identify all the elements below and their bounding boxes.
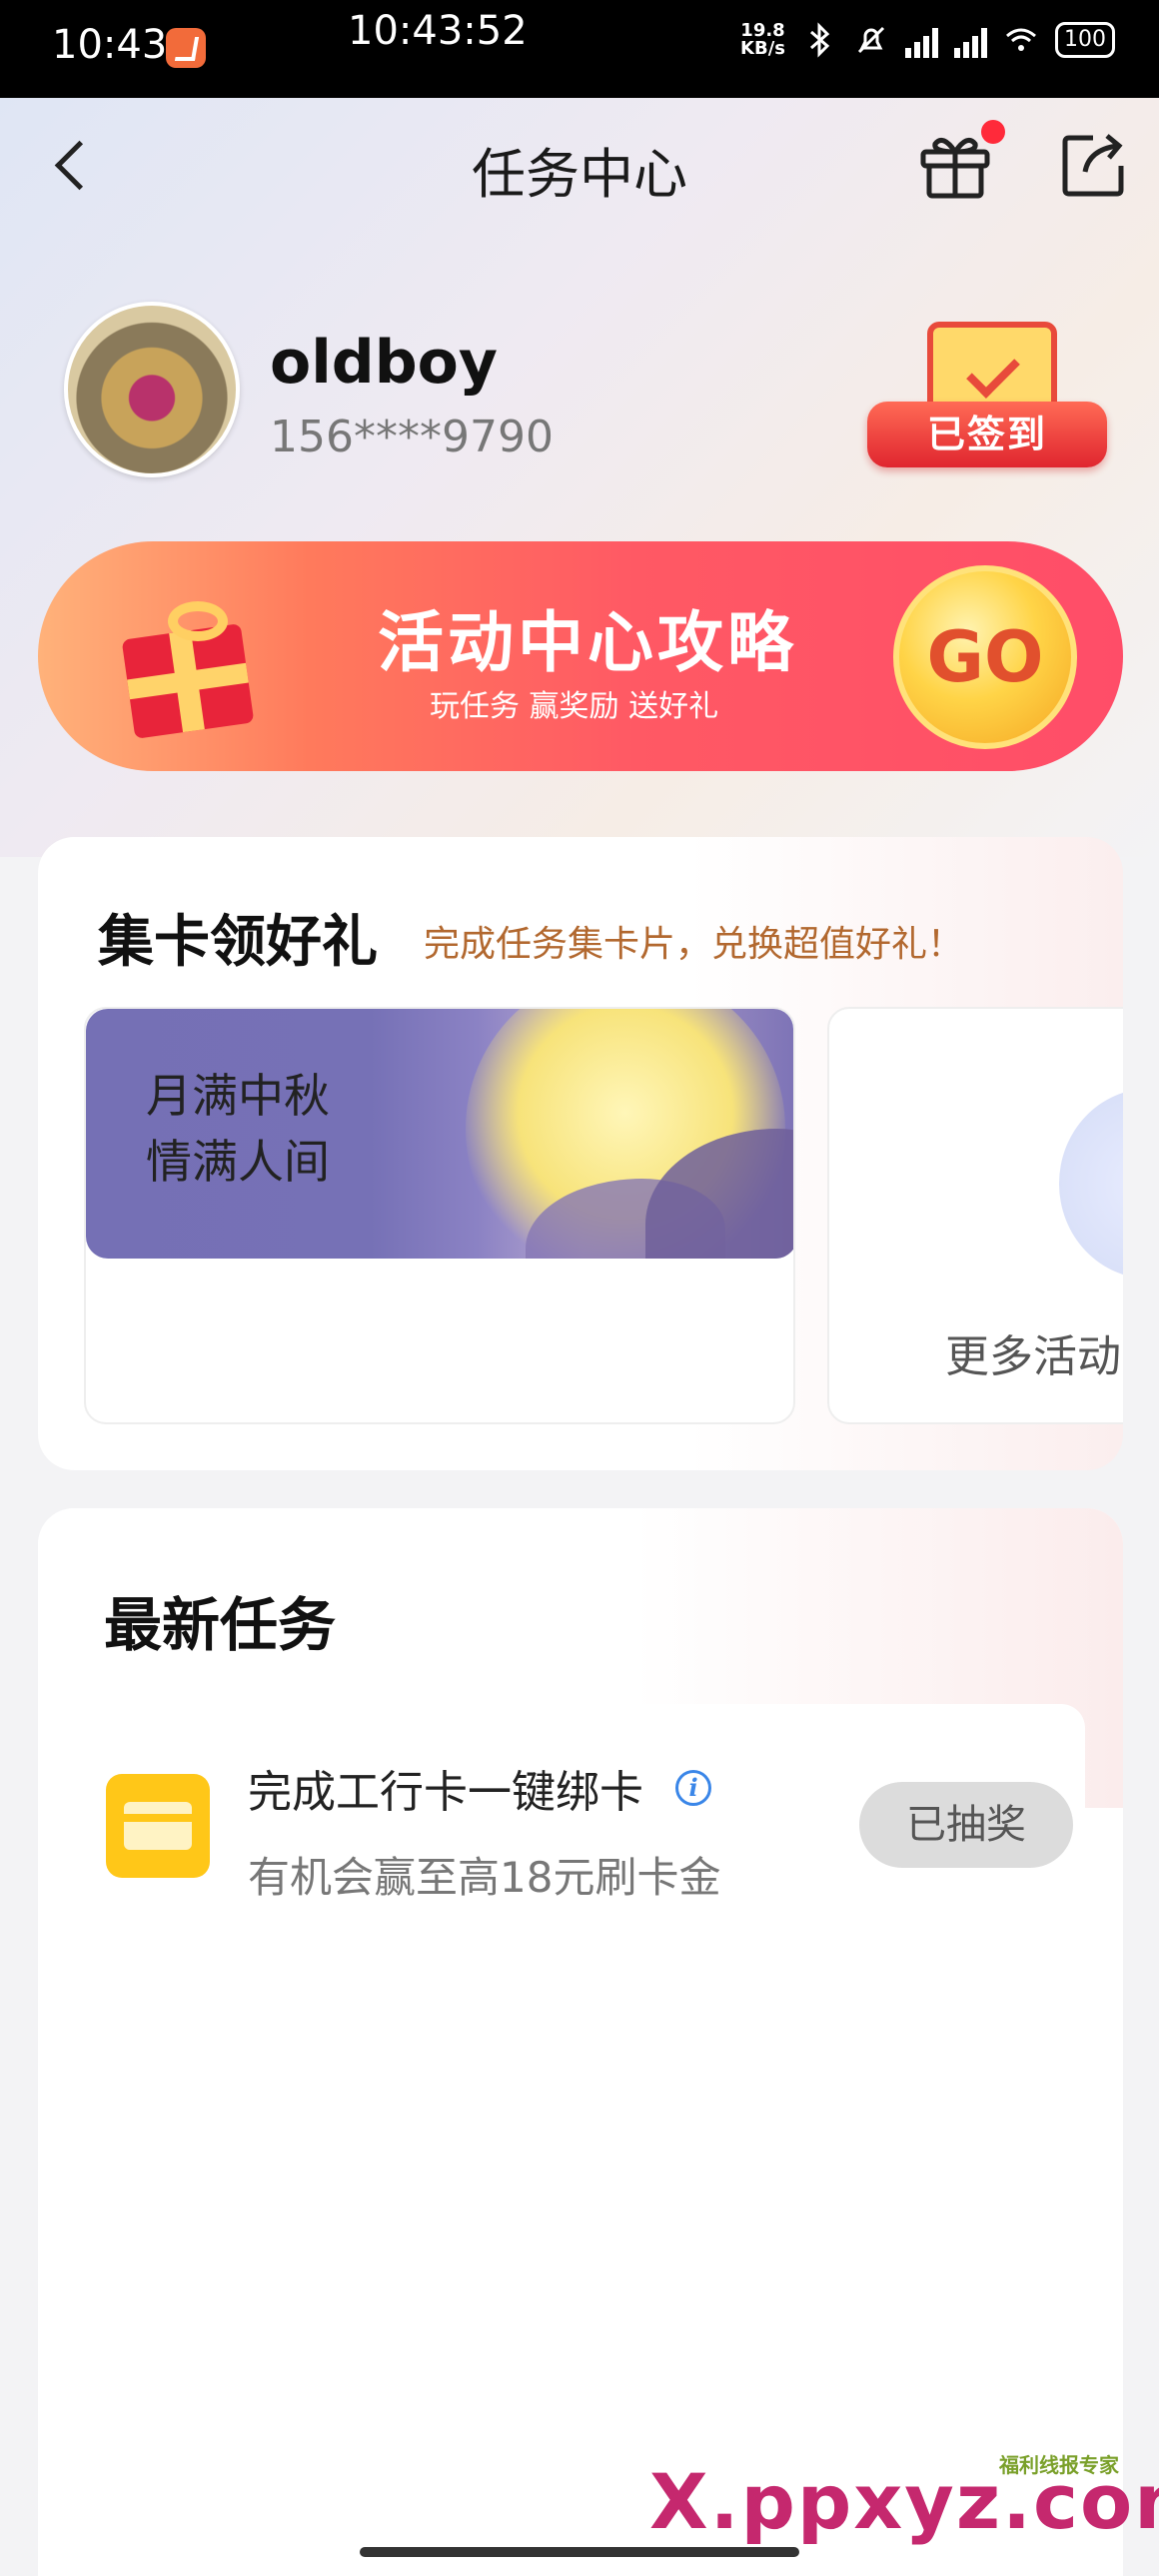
mid-autumn-image: 月满中秋 情满人间 [86, 1009, 793, 1259]
mid-autumn-label: 月满中秋 情满人间 [146, 1069, 330, 1189]
home-indicator[interactable] [360, 2547, 799, 2557]
gift-box-icon [108, 591, 278, 741]
gift-icon[interactable] [917, 128, 993, 200]
signal-2-icon [954, 22, 987, 58]
task-title: 完成工行卡一键绑卡 [248, 1767, 643, 1818]
bluetooth-icon [810, 22, 830, 58]
more-activities-label: 更多活动 [945, 1331, 1121, 1382]
network-speed-unit: KB/s [740, 38, 785, 59]
task-item[interactable]: 完成工行卡一键绑卡 i 有机会赢至高18元刷卡金 已抽奖 [66, 1704, 1085, 1944]
watermark: X.ppxyz.com [649, 2457, 1159, 2546]
banner-subtitle: 玩任务 赢奖励 送好礼 [430, 689, 719, 724]
latest-tasks-section: 最新任务 完成工行卡一键绑卡 i 有机会赢至高18元刷卡金 已抽奖 [38, 1508, 1123, 2576]
status-bar: 10:43 10:43:52 19.8 KB/s 100 [0, 0, 1159, 98]
status-clock: 10:43:52 [348, 8, 528, 54]
mute-bell-icon [857, 26, 885, 54]
status-icons: 19.8 KB/s 100 [740, 22, 1115, 58]
mid-autumn-card[interactable]: 月满中秋 情满人间 [84, 1007, 795, 1424]
more-activities-card[interactable]: 更多活动 [827, 1007, 1123, 1424]
collect-cards-section: 集卡领好礼 完成任务集卡片，兑换超值好礼！ 月满中秋 情满人间 更多活动 [38, 837, 1123, 1470]
section-title: 集卡领好礼 [98, 910, 378, 975]
task-description: 有机会赢至高18元刷卡金 [248, 1853, 721, 1902]
task-status-button[interactable]: 已抽奖 [859, 1782, 1073, 1868]
go-button[interactable]: GO [893, 565, 1077, 749]
share-icon[interactable] [1059, 128, 1129, 198]
section-subtitle: 完成任务集卡片，兑换超值好礼！ [424, 924, 964, 965]
wifi-icon [1006, 28, 1036, 51]
signed-in-label: 已签到 [867, 402, 1107, 467]
signal-1-icon [905, 22, 938, 58]
avatar[interactable] [64, 302, 240, 477]
app-notification-icon [166, 28, 206, 68]
status-time: 10:43 [52, 22, 168, 68]
notification-dot [981, 120, 1005, 144]
phone-number: 156****9790 [270, 412, 554, 462]
battery-icon: 100 [1055, 22, 1115, 58]
username: oldboy [270, 328, 499, 398]
section-title: 最新任务 [104, 1591, 337, 1659]
network-speed: 19.8 KB/s [740, 22, 785, 58]
banner-title: 活动中心攻略 [378, 604, 797, 681]
signed-in-badge[interactable]: 已签到 [867, 318, 1107, 477]
activity-guide-banner[interactable]: 活动中心攻略 玩任务 赢奖励 送好礼 GO [38, 541, 1123, 771]
bank-card-icon [106, 1774, 210, 1878]
info-icon[interactable]: i [675, 1770, 711, 1806]
more-activities-illustration [1059, 1089, 1123, 1279]
